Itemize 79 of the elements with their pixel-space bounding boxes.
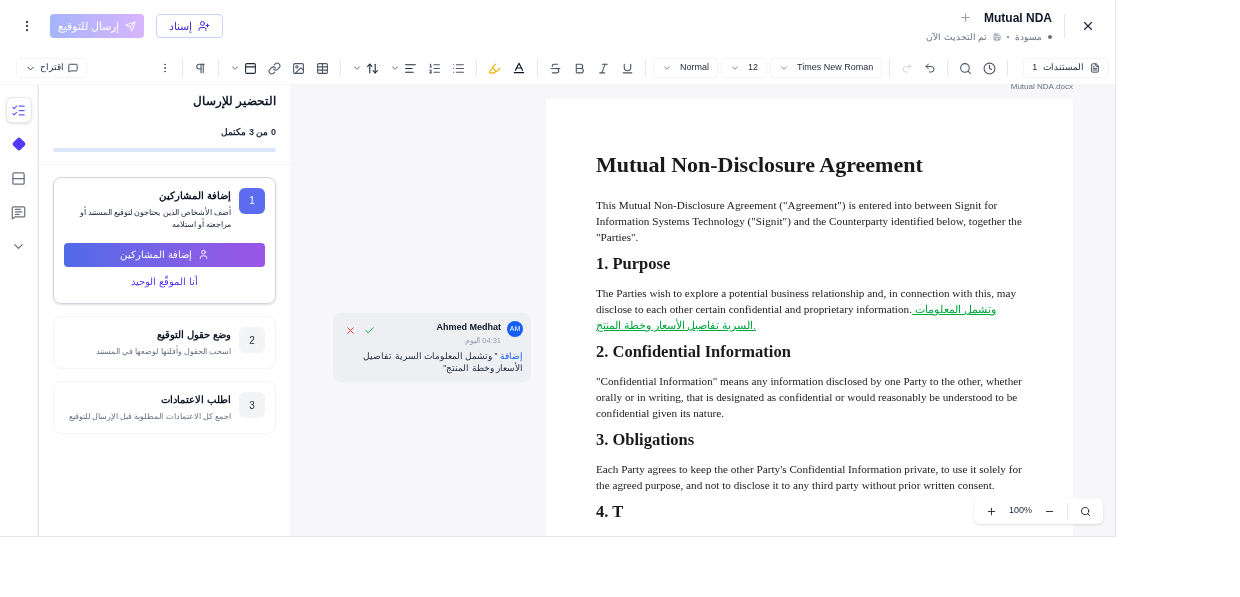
text-color-icon: [512, 61, 526, 75]
chevron-down-icon: [779, 63, 790, 73]
step-number: 2: [239, 327, 265, 353]
format-select[interactable]: Times New Roman: [770, 58, 883, 78]
body-paragraph: Each Party agrees to keep the other Party's Confidential Information private, to use it solely for the agreed purpose, and not to disclose it to any third party without prior written consent.: [596, 462, 1023, 493]
chevron-down-icon: [230, 63, 240, 73]
zoom-in-button[interactable]: [985, 505, 997, 517]
sole-signer-link[interactable]: أنا الموقّع الوحيد: [131, 274, 198, 289]
search-button[interactable]: [1080, 505, 1091, 517]
comment-icon: [68, 63, 78, 73]
chevron-down-icon: [662, 63, 672, 73]
user-icon: [197, 249, 209, 261]
chevron-down-icon: [390, 63, 400, 73]
user-plus-icon: [198, 20, 211, 32]
suggest-dropdown[interactable]: اقتراح: [16, 58, 87, 78]
zoom-level: 100%: [1008, 504, 1032, 518]
chevron-down-icon: [352, 63, 362, 73]
redo-icon: [901, 62, 914, 74]
comment-author: Ahmed Medhat: [436, 321, 501, 334]
undo-icon: [924, 62, 937, 74]
format-select[interactable]: 12: [721, 58, 768, 78]
sidebar-tab[interactable]: [5, 97, 32, 123]
section-heading: 2. Confidential Information: [596, 341, 791, 363]
panel-icon: [244, 61, 257, 75]
bullet-list-icon: [452, 61, 465, 75]
comment-text: إضافة " وتشمل المعلومات السرية تفاصيل الأسعار وخطة المنتج": [362, 349, 523, 374]
rows-icon: [11, 170, 26, 186]
search-icon: [1080, 505, 1091, 517]
save-icon: [993, 33, 1001, 41]
section-heading: 4. T: [596, 501, 624, 523]
step-description: اجمع كل الاعتمادات المطلوبة قبل الإرسال للتوقيع: [68, 411, 231, 423]
step-number: 1: [239, 187, 265, 214]
add-button[interactable]: [959, 11, 972, 25]
file-name: Mutual NDA.docx: [1010, 81, 1073, 93]
italic-icon: [597, 61, 610, 75]
ordered-list-icon: [428, 61, 441, 75]
body-paragraph: This Mutual Non-Disclosure Agreement ("Agreement") is entered into between Signit for Information Systems Technology ("Signit") and the Counterparty identified below, together the "Parties".: [596, 198, 1023, 245]
align-left-icon: [404, 61, 417, 75]
check-icon: [364, 325, 375, 336]
send-icon: [125, 20, 137, 32]
link-icon: [268, 61, 281, 75]
updated-text: تم التحديث الآن: [926, 30, 987, 44]
search-icon: [959, 61, 973, 75]
comment-icon: [11, 204, 26, 220]
line-height-icon: [366, 61, 379, 75]
pilcrow-icon: [194, 61, 207, 75]
highlighter-icon: [488, 61, 501, 75]
plus-icon: [985, 505, 997, 517]
panel-title: التحضير للإرسال: [191, 94, 276, 111]
plus-icon: [959, 11, 972, 25]
chevron-down-icon: [730, 63, 740, 73]
step-title: إضافة المشاركين: [158, 188, 231, 203]
close-icon: [1081, 19, 1095, 33]
step-number: 3: [239, 392, 265, 418]
image-icon: [292, 61, 305, 75]
clock-icon: [983, 61, 997, 75]
format-select[interactable]: Normal: [653, 58, 718, 78]
close-icon: [345, 325, 356, 336]
diamond-icon: [11, 137, 26, 151]
step-description: اسحب الحقول وأفلتها لوضعها في المستند: [95, 346, 231, 358]
step-title: وضع حقول التوقيع: [156, 328, 231, 342]
checklist-icon: [11, 102, 26, 118]
strikethrough-icon: [549, 61, 562, 75]
table-icon: [316, 61, 329, 75]
body-paragraph: "Confidential Information" means any information disclosed by one Party to the other, whether orally or in writing, that is designated as confidential or would reasonably be understood to be confidential given its nature.: [596, 374, 1023, 421]
document-icon: [1090, 63, 1101, 73]
add-participants-button[interactable]: إضافة المشاركين: [64, 242, 265, 267]
document-heading: Mutual Non-Disclosure Agreement: [596, 151, 924, 179]
step-title: اطلب الاعتمادات: [160, 393, 231, 407]
progress-text: 0 من 3 مكتمل: [220, 126, 276, 140]
bold-icon: [573, 61, 586, 75]
reject-button[interactable]: [345, 325, 356, 336]
assign-button[interactable]: إسناد: [156, 14, 224, 38]
underline-icon: [621, 61, 634, 75]
section-heading: 1. Purpose: [596, 253, 671, 275]
document-title: Mutual NDA: [984, 9, 1052, 27]
status-text: مسودة: [1015, 30, 1042, 44]
step-description: أضف الأشخاص الذين يحتاجون لتوقيع المستند أو مراجعته أو استلامه: [78, 206, 231, 231]
section-heading: 3. Obligations: [596, 429, 695, 451]
